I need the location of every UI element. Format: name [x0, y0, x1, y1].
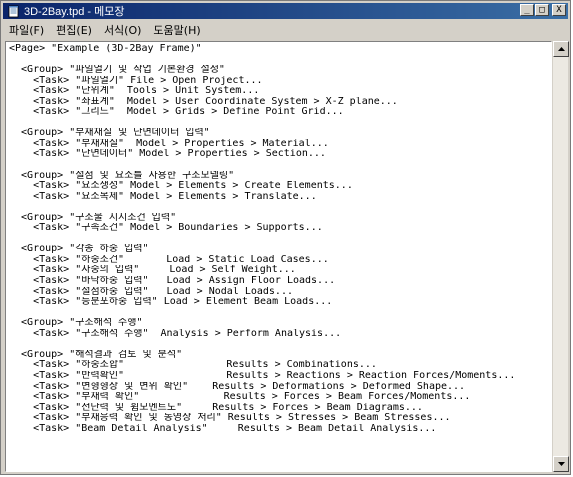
- text-line: <Group> "해석결과 검토 및 분석": [9, 349, 183, 360]
- menu-edit[interactable]: 편집(E): [50, 22, 98, 38]
- notepad-icon[interactable]: [6, 4, 20, 18]
- text-editor[interactable]: <Page> "Example (3D-2Bay Frame)" <Group>…: [5, 41, 552, 472]
- text-line: <Task> "그리드" Model > Grids > Define Poin…: [9, 107, 344, 118]
- vertical-scrollbar[interactable]: [552, 41, 569, 472]
- menu-bar: 파일(F) 편집(E) 서식(O) 도움말(H): [3, 21, 568, 39]
- window-title: 3D-2Bay.tpd - 메모장: [24, 6, 125, 18]
- text-line: <Task> "하중조합" Results > Combinations...: [9, 360, 377, 371]
- title-bar[interactable]: 3D-2Bay.tpd - 메모장 _ □ X: [3, 3, 568, 19]
- text-line: [9, 160, 551, 171]
- text-line: <Group> "구조물 지지조건 입력": [9, 212, 177, 223]
- text-line: [9, 339, 551, 350]
- text-line: <Task> "바닥하중 입력" Load > Assign Floor Loa…: [9, 276, 336, 287]
- text-line: <Task> "구조해석 수행" Analysis > Perform Anal…: [9, 328, 342, 339]
- text-line: <Task> "하중조건" Load > Static Load Cases..…: [9, 254, 329, 265]
- menu-file[interactable]: 파일(F): [3, 22, 50, 38]
- text-line: <Task> "단면데이터" Model > Properties > Sect…: [9, 149, 326, 160]
- text-line: <Group> "구조해석 수행": [9, 318, 143, 329]
- text-line: <Task> "등분포하중 입력" Load > Element Beam Lo…: [9, 297, 333, 308]
- text-line: <Task> "Beam Detail Analysis" Results > …: [9, 423, 437, 434]
- text-line: <Task> "반력확인" Results > Reactions > Reac…: [9, 370, 516, 381]
- maximize-button[interactable]: □: [535, 4, 549, 16]
- text-line: [9, 202, 551, 213]
- text-line: <Group> "파일열기 및 작업 기본환경 설정": [9, 65, 225, 76]
- menu-format[interactable]: 서식(O): [98, 22, 147, 38]
- text-line: <Task> "구속조건" Model > Boundaries > Suppo…: [9, 223, 323, 234]
- minimize-button[interactable]: _: [520, 4, 534, 16]
- text-line: <Task> "파일열기" File > Open Project...: [9, 75, 263, 86]
- menu-help[interactable]: 도움말(H): [147, 22, 206, 38]
- window-controls: _ □ X: [519, 4, 566, 16]
- text-line: <Task> "전단력 및 휨모멘트도" Results > Forces > …: [9, 402, 423, 413]
- text-line: <Task> "부재응력 확인 및 동영상 처리" Results > Stre…: [9, 413, 451, 424]
- editor-text[interactable]: <Page> "Example (3D-2Bay Frame)" <Group>…: [9, 44, 551, 471]
- arrow-down-icon: [557, 462, 565, 466]
- text-line: <Task> "요소복제" Model > Elements > Transla…: [9, 191, 317, 202]
- notepad-window: 3D-2Bay.tpd - 메모장 _ □ X 파일(F) 편집(E) 서식(O…: [0, 0, 571, 475]
- text-line: <Task> "부재력 확인" Results > Forces > Beam …: [9, 392, 471, 403]
- text-line: <Task> "부재재질" Model > Properties > Mater…: [9, 138, 329, 149]
- text-line: <Page> "Example (3D-2Bay Frame)": [9, 44, 202, 54]
- scroll-up-button[interactable]: [553, 41, 569, 57]
- text-line: <Task> "절점하중 입력" Load > Nodal Loads...: [9, 286, 293, 297]
- text-line: <Group> "각종 하중 입력": [9, 244, 149, 255]
- text-line: [9, 118, 551, 129]
- text-line: <Group> "절점 및 요소를 사용한 구조모델링": [9, 170, 235, 181]
- maximize-icon: □: [539, 4, 545, 15]
- close-icon: X: [556, 4, 562, 15]
- close-button[interactable]: X: [552, 4, 566, 16]
- arrow-up-icon: [557, 47, 565, 51]
- scroll-down-button[interactable]: [553, 456, 569, 472]
- text-line: [9, 308, 551, 319]
- text-line: <Task> "요소생성" Model > Elements > Create …: [9, 181, 353, 192]
- minimize-icon: _: [524, 4, 530, 15]
- text-line: <Task> "단위계" Tools > Unit System...: [9, 86, 260, 97]
- text-line: <Task> "변형형상 및 변위 확인" Results > Deformat…: [9, 381, 466, 392]
- text-line: [9, 55, 551, 66]
- text-line: <Group> "부재재질 및 단면데이터 입력": [9, 128, 210, 139]
- text-line: <Task> "자중의 입력" Load > Self Weight...: [9, 265, 296, 276]
- text-line: <Task> "좌표계" Model > User Coordinate Sys…: [9, 96, 398, 107]
- text-line: [9, 234, 551, 245]
